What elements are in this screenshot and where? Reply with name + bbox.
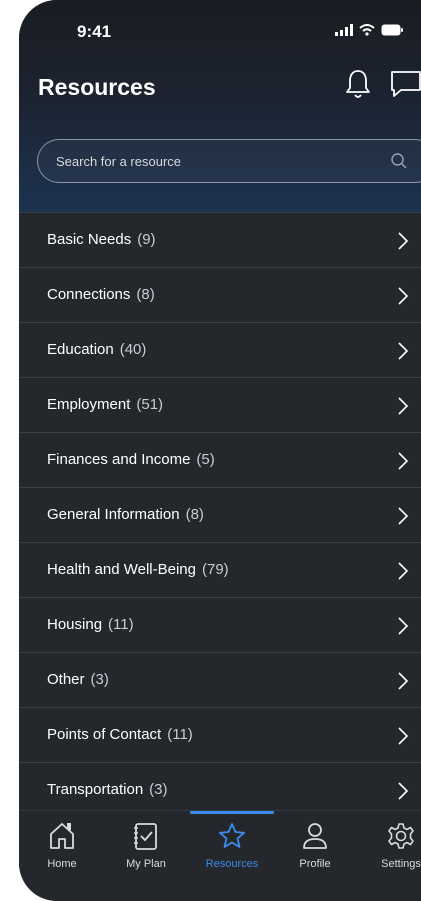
category-list: Basic Needs (9) Connections (8) Education (40… bbox=[19, 212, 421, 817]
chevron-right-icon bbox=[398, 232, 409, 250]
bell-icon[interactable] bbox=[345, 68, 371, 100]
category-name: Finances and Income bbox=[47, 451, 191, 468]
profile-icon bbox=[303, 823, 327, 849]
category-label: General Information (8) bbox=[47, 506, 204, 523]
tab-settings[interactable]: Settings bbox=[361, 821, 421, 870]
category-count: (9) bbox=[137, 231, 156, 248]
battery-icon bbox=[381, 24, 403, 36]
category-count: (3) bbox=[149, 781, 168, 798]
category-row[interactable]: Connections (8) bbox=[19, 267, 421, 322]
category-count: (8) bbox=[136, 286, 155, 303]
category-name: General Information bbox=[47, 506, 180, 523]
category-count: (11) bbox=[108, 616, 134, 633]
signal-icon bbox=[335, 24, 353, 36]
tab-label: Resources bbox=[205, 858, 259, 870]
star-icon bbox=[219, 823, 245, 848]
tab-my-plan[interactable]: My Plan bbox=[106, 821, 186, 870]
search-icon bbox=[391, 153, 407, 169]
category-count: (40) bbox=[119, 341, 147, 358]
category-row[interactable]: General Information (8) bbox=[19, 487, 421, 542]
category-count: (51) bbox=[136, 396, 164, 413]
category-count: (3) bbox=[90, 671, 109, 688]
category-name: Basic Needs bbox=[47, 231, 132, 248]
category-row[interactable]: Basic Needs (9) bbox=[19, 212, 421, 267]
category-row[interactable]: Transportation (3) bbox=[19, 762, 421, 817]
chevron-right-icon bbox=[398, 287, 409, 305]
category-label: Housing (11) bbox=[47, 616, 134, 633]
category-name: Transportation bbox=[47, 781, 144, 798]
category-label: Finances and Income (5) bbox=[47, 451, 215, 468]
status-icons bbox=[335, 24, 403, 36]
category-label: Employment (51) bbox=[47, 396, 163, 413]
tab-label: Home bbox=[47, 858, 77, 870]
category-name: Employment bbox=[47, 396, 131, 413]
chevron-right-icon bbox=[398, 782, 409, 800]
header: 9:41 Resources Search for a resource bbox=[19, 0, 421, 212]
chevron-right-icon bbox=[398, 342, 409, 360]
phone-screen: 9:41 Resources Search for a resource Bas… bbox=[19, 0, 421, 901]
tab-bar: Home My Plan Resources Profile Settings bbox=[19, 810, 421, 901]
category-count: (5) bbox=[196, 451, 215, 468]
category-label: Connections (8) bbox=[47, 286, 155, 303]
chat-icon[interactable] bbox=[389, 68, 421, 100]
category-row[interactable]: Finances and Income (5) bbox=[19, 432, 421, 487]
category-name: Housing bbox=[47, 616, 103, 633]
chevron-right-icon bbox=[398, 452, 409, 470]
category-row[interactable]: Employment (51) bbox=[19, 377, 421, 432]
category-count: (8) bbox=[185, 506, 204, 523]
tab-label: Settings bbox=[381, 858, 421, 870]
tab-home[interactable]: Home bbox=[22, 821, 102, 870]
chevron-right-icon bbox=[398, 727, 409, 745]
category-name: Education bbox=[47, 341, 114, 358]
category-label: Transportation (3) bbox=[47, 781, 168, 798]
search-placeholder: Search for a resource bbox=[56, 154, 182, 169]
category-row[interactable]: Other (3) bbox=[19, 652, 421, 707]
category-label: Education (40) bbox=[47, 341, 146, 358]
category-name: Points of Contact bbox=[47, 726, 162, 743]
home-icon bbox=[50, 823, 74, 849]
chevron-right-icon bbox=[398, 397, 409, 415]
tab-resources[interactable]: Resources bbox=[192, 821, 272, 870]
category-row[interactable]: Health and Well-Being (79) bbox=[19, 542, 421, 597]
checklist-icon bbox=[134, 823, 157, 850]
category-label: Points of Contact (11) bbox=[47, 726, 193, 743]
category-label: Basic Needs (9) bbox=[47, 231, 156, 248]
page-title: Resources bbox=[38, 74, 156, 100]
wifi-icon bbox=[359, 24, 375, 36]
active-tab-indicator bbox=[190, 811, 274, 814]
chevron-right-icon bbox=[398, 507, 409, 525]
chevron-right-icon bbox=[398, 672, 409, 690]
category-label: Other (3) bbox=[47, 671, 109, 688]
chevron-right-icon bbox=[398, 617, 409, 635]
category-count: (11) bbox=[167, 726, 193, 743]
gear-icon bbox=[388, 823, 414, 849]
status-time: 9:41 bbox=[77, 22, 112, 41]
category-name: Connections bbox=[47, 286, 131, 303]
chevron-right-icon bbox=[398, 562, 409, 580]
category-row[interactable]: Points of Contact (11) bbox=[19, 707, 421, 762]
search-input[interactable]: Search for a resource bbox=[37, 139, 421, 183]
tab-label: Profile bbox=[299, 858, 331, 870]
category-row[interactable]: Housing (11) bbox=[19, 597, 421, 652]
category-name: Health and Well-Being bbox=[47, 561, 196, 578]
category-row[interactable]: Education (40) bbox=[19, 322, 421, 377]
category-count: (79) bbox=[201, 561, 229, 578]
category-label: Health and Well-Being (79) bbox=[47, 561, 229, 578]
tab-profile[interactable]: Profile bbox=[275, 821, 355, 870]
tab-label: My Plan bbox=[126, 858, 166, 870]
category-name: Other bbox=[47, 671, 85, 688]
